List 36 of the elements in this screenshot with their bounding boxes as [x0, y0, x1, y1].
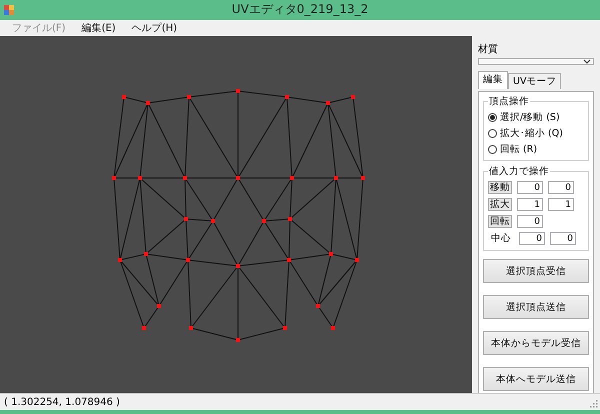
radio-button[interactable]: [488, 128, 497, 138]
number-field[interactable]: 0: [517, 181, 543, 194]
operation-button[interactable]: 移動: [488, 181, 512, 194]
radio-label: 選択/移動 (S): [500, 110, 560, 124]
number-field[interactable]: 0: [548, 181, 574, 194]
operation-button[interactable]: 拡大: [488, 198, 512, 212]
tab[interactable]: 編集: [478, 71, 508, 90]
radio-option[interactable]: 拡大･縮小 (Q): [488, 125, 584, 142]
status-text: ( 1.302254, 1.078946 ): [4, 396, 120, 408]
radio-button[interactable]: [488, 112, 497, 122]
tab[interactable]: UVモーフ: [508, 73, 562, 90]
operation-button[interactable]: 回転: [488, 215, 512, 228]
number-field[interactable]: 0: [550, 232, 576, 246]
number-field[interactable]: 1: [548, 198, 574, 212]
action-button[interactable]: 選択頂点受信: [483, 259, 589, 284]
material-label: 材質: [478, 42, 499, 56]
chevron-down-icon: [583, 59, 591, 64]
action-button[interactable]: 選択頂点送信: [483, 295, 589, 320]
app-icon: [4, 4, 14, 15]
number-field[interactable]: 0: [517, 215, 543, 228]
radio-option[interactable]: 選択/移動 (S): [488, 109, 584, 126]
menu-item[interactable]: ヘルプ(H): [126, 20, 184, 35]
action-button[interactable]: 本体からモデル受信: [483, 331, 589, 356]
action-button[interactable]: 本体へモデル送信: [483, 367, 589, 392]
group-title: 値入力で操作: [488, 165, 550, 178]
radio-button[interactable]: [488, 144, 497, 154]
field-label: 中心: [490, 232, 512, 246]
number-field[interactable]: 0: [519, 232, 545, 246]
radio-label: 拡大･縮小 (Q): [500, 126, 563, 140]
radio-label: 回転 (R): [500, 142, 538, 156]
radio-option[interactable]: 回転 (R): [488, 141, 584, 158]
number-field[interactable]: 1: [517, 198, 543, 212]
resize-grip-icon[interactable]: [590, 400, 598, 408]
window-title: UVエディタ0_219_13_2: [230, 1, 370, 18]
group-title: 頂点操作: [488, 95, 530, 108]
menu-item[interactable]: 編集(E): [76, 20, 122, 35]
